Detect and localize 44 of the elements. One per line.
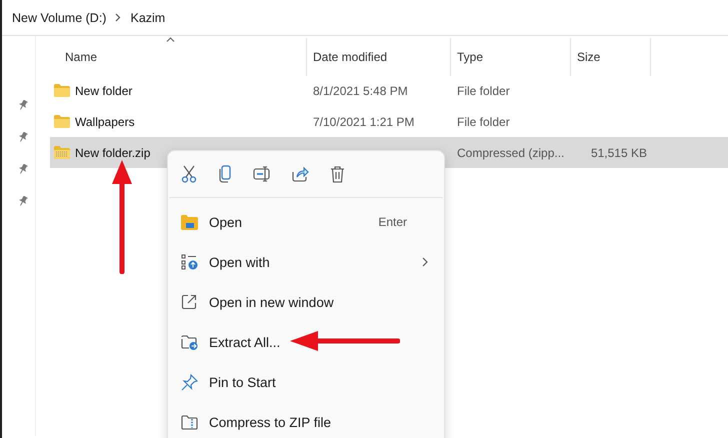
menu-item[interactable]: Extract All... — [168, 322, 444, 362]
delete-icon[interactable] — [330, 166, 345, 182]
shortcut-text: Enter — [378, 215, 407, 229]
menu-item[interactable]: Open in new window — [168, 282, 444, 322]
extract-folder-icon — [181, 334, 198, 350]
zip-folder-icon — [54, 146, 70, 159]
copy-icon[interactable] — [218, 165, 232, 183]
pin-icon[interactable] — [18, 196, 28, 207]
sort-caret-icon — [166, 36, 175, 42]
column-header[interactable]: Type — [451, 38, 571, 76]
breadcrumb-item[interactable]: New Volume (D:) — [12, 10, 106, 24]
column-header[interactable]: Name — [50, 38, 307, 76]
cut-icon[interactable] — [181, 165, 197, 183]
pin-icon[interactable] — [18, 164, 28, 175]
pin-icon — [181, 374, 198, 390]
new-window-icon — [181, 294, 197, 310]
app-list-icon — [181, 254, 198, 270]
menu-item[interactable]: Open Enter — [168, 202, 444, 242]
date-text: 7/10/2021 1:21 PM — [313, 114, 414, 128]
file-name: New folder.zip — [75, 146, 150, 160]
menu-item[interactable]: Open with — [168, 242, 444, 282]
folder-icon — [181, 214, 198, 230]
type-text: Compressed (zipp... — [457, 146, 564, 160]
menu-item[interactable]: Pin to Start — [168, 362, 444, 402]
column-header[interactable]: Size — [571, 38, 651, 76]
file-name: New folder — [75, 84, 132, 98]
size-text: 51,515 KB — [590, 146, 647, 160]
type-text: File folder — [457, 84, 510, 98]
folder-icon — [54, 84, 70, 97]
zip-file-icon — [181, 414, 198, 430]
file-row[interactable]: Wallpapers 7/10/2021 1:21 PM File folder — [50, 106, 728, 137]
file-row[interactable]: New folder 8/1/2021 5:48 PM File folder — [50, 75, 728, 106]
rename-icon[interactable] — [253, 166, 271, 182]
date-text: 8/1/2021 5:48 PM — [313, 84, 408, 98]
breadcrumb-item[interactable]: Kazim — [130, 10, 166, 24]
share-icon[interactable] — [292, 166, 309, 182]
folder-icon — [54, 115, 70, 128]
pin-icon[interactable] — [18, 100, 28, 111]
type-text: File folder — [457, 114, 510, 128]
pin-icon[interactable] — [18, 132, 28, 143]
column-header[interactable]: Date modified — [307, 38, 451, 76]
file-name: Wallpapers — [75, 114, 135, 128]
menu-item[interactable]: Compress to ZIP file — [168, 402, 444, 438]
chevron-icon — [115, 13, 122, 22]
